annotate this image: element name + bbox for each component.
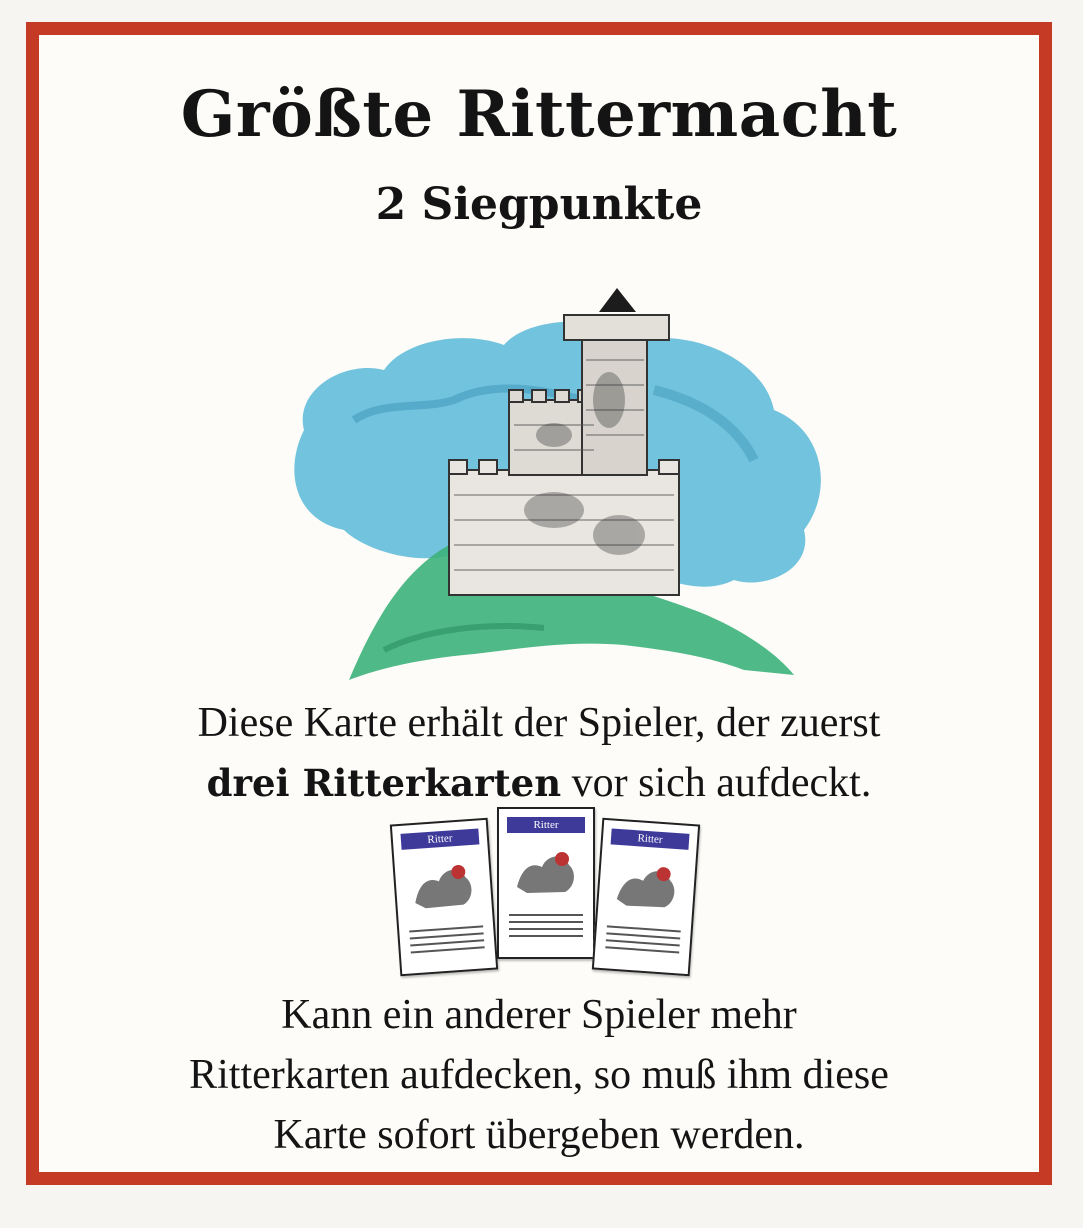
- knight-card-icon: Ritter: [389, 817, 499, 977]
- knight-card-icon: Ritter: [591, 817, 701, 977]
- rule-line-1: Diese Karte erhält der Spieler, der zuer…: [197, 700, 881, 746]
- rule-text: Diese Karte erhält der Spieler, der zuer…: [39, 693, 1039, 813]
- knight-card-label: Ritter: [507, 817, 585, 833]
- follow-up-text: Kann ein anderer Spieler mehr Ritterkart…: [39, 985, 1039, 1165]
- knight-figure-icon: [616, 867, 675, 908]
- knight-figure-icon: [415, 864, 472, 909]
- follow-line-1: Kann ein anderer Spieler mehr: [281, 992, 797, 1038]
- knight-card-label: Ritter: [610, 828, 690, 850]
- castle-tower-illustration: [294, 288, 821, 680]
- knight-figure-icon: [517, 852, 574, 893]
- rule-line-2-rest: vor sich aufdeckt.: [561, 760, 872, 806]
- follow-line-3: Karte sofort übergeben werden.: [273, 1112, 805, 1158]
- victory-points-label: 2 Siegpunkte: [375, 179, 703, 230]
- card-title: Größte Rittermacht: [180, 77, 898, 152]
- special-card: Größte Rittermacht 2 Siegpunkte Diese Ka…: [26, 22, 1052, 1185]
- rule-emphasis: drei Ritterkarten: [206, 761, 562, 805]
- knight-card-icon: Ritter: [497, 807, 595, 959]
- follow-line-2: Ritterkarten aufdecken, so muß ihm diese: [189, 1052, 889, 1098]
- knight-card-label: Ritter: [400, 828, 480, 850]
- knight-cards-group: Ritter Ritter Ritter: [379, 803, 709, 1003]
